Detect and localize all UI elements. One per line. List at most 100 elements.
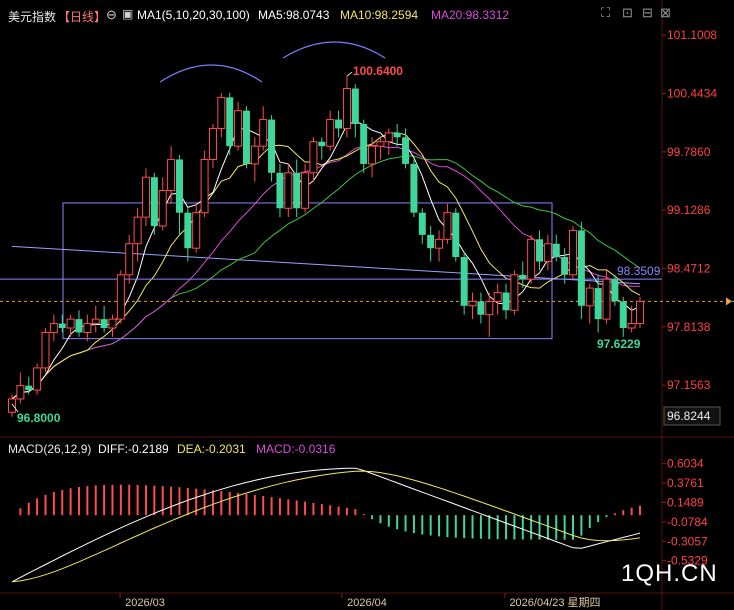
candle-body-up <box>376 141 385 147</box>
recent-low-label: 97.6229 <box>597 337 641 351</box>
price-tick-label: 97.1563 <box>667 378 711 392</box>
macd-tick-label: -0.3057 <box>667 534 708 548</box>
candle-body-up <box>192 212 201 249</box>
minimize-icon[interactable]: ⊟ <box>642 5 653 21</box>
macd-dea-line <box>11 470 641 583</box>
candle-body-down <box>175 159 183 213</box>
candle-body-up <box>527 238 536 280</box>
candle-body-up <box>250 145 259 165</box>
candle-body-down <box>619 301 627 328</box>
candle-body-down <box>594 288 602 320</box>
high-label: 100.6400 <box>353 64 403 78</box>
macd-value: MACD:-0.0316 <box>256 442 336 456</box>
candle-body-down <box>519 274 527 280</box>
candle-body-up <box>384 132 393 143</box>
candle-body-down <box>335 119 343 129</box>
period-label[interactable]: 【日线】 <box>58 8 106 25</box>
ma-settings-icon[interactable]: ▣ <box>122 7 133 21</box>
price-tick-label: 100.4434 <box>667 87 717 101</box>
candle-body-down <box>418 212 426 235</box>
macd-diff: DIFF:-0.2189 <box>98 442 169 456</box>
candle-body-up <box>217 96 226 129</box>
candle-body-up <box>83 323 92 333</box>
candle-body-down <box>242 110 250 164</box>
price-tick-label: 98.4712 <box>667 261 711 275</box>
ma5-value: MA5:98.0743 <box>258 8 330 22</box>
candle-body-down <box>452 212 460 258</box>
candle-body-down <box>477 301 485 315</box>
candle-body-up <box>200 158 209 214</box>
candle-body-down <box>410 163 418 213</box>
candle-body-up <box>8 398 16 413</box>
candle-body-up <box>435 238 444 249</box>
chart-stage: 101.1008 100.4434 99.7860 99.1286 98.4712 97.… <box>0 0 734 610</box>
candle-body-up <box>284 172 293 209</box>
candle-body-up <box>326 119 335 147</box>
candle-body-up <box>368 145 377 165</box>
settings-icon[interactable]: ⊖ <box>106 7 117 23</box>
price-tick-label: 99.1286 <box>667 203 711 217</box>
resistance-label: 98.3509 <box>617 264 661 278</box>
candle-body-up <box>158 190 167 227</box>
ma20-line <box>11 144 640 400</box>
candle-body-up <box>468 300 477 307</box>
candlestick-chart[interactable]: 101.1008 100.4434 99.7860 99.1286 98.4712 97.… <box>0 0 734 610</box>
candle-body-up <box>636 300 644 325</box>
high-pointer <box>346 71 353 77</box>
low-label: 96.8000 <box>17 411 61 425</box>
ma10-value: MA10:98.2594 <box>340 8 419 22</box>
zoom-icon[interactable]: ⊡ <box>622 5 633 21</box>
candle-body-up <box>627 323 636 329</box>
price-tick-label: 101.1008 <box>667 28 717 42</box>
price-tick-label: 97.8138 <box>667 320 711 334</box>
candle-body-up <box>208 127 217 160</box>
candle-body-down <box>150 177 158 226</box>
candle-body-down <box>268 119 276 173</box>
time-tick-label: 2026/04/23 星期四 <box>509 596 600 609</box>
price-tick-label: 99.7860 <box>667 145 711 159</box>
candle-body-up <box>133 216 142 245</box>
candle-body-up <box>108 318 117 329</box>
pattern-arc <box>282 41 386 59</box>
pattern-arc <box>159 64 263 83</box>
candle-body-up <box>493 292 502 302</box>
ma-label: MA1(5,10,20,30,100) <box>137 8 250 22</box>
candle-body-down <box>226 97 234 147</box>
candle-body-down <box>502 292 510 311</box>
candle-body-down <box>552 243 560 258</box>
close-icon[interactable]: ⊠ <box>660 5 671 21</box>
time-tick-label: 2026/04 <box>347 597 387 609</box>
candle-body-up <box>141 176 150 218</box>
candle-body-down <box>561 257 569 275</box>
macd-params: MACD(26,12,9) <box>8 442 92 456</box>
candle-body-down <box>460 257 468 306</box>
candle-body-down <box>402 137 410 164</box>
candle-body-up <box>33 367 42 391</box>
macd-dea: DEA:-0.2031 <box>177 442 246 456</box>
ma30-line <box>11 154 641 400</box>
candle-body-up <box>342 88 351 129</box>
candle-body-up <box>116 274 125 320</box>
candle-body-up <box>443 212 452 240</box>
macd-tick-label: -0.0784 <box>667 515 708 529</box>
ma20-value: MA20:98.3312 <box>431 8 510 22</box>
candle-body-down <box>360 124 368 164</box>
candle-body-up <box>585 287 594 307</box>
fit-icon[interactable]: ⛶ <box>601 5 610 21</box>
candle-body-up <box>16 385 25 400</box>
candle-body-down <box>536 239 544 262</box>
macd-tick-label: 0.3761 <box>667 476 704 490</box>
time-tick-label: 2026/03 <box>125 597 165 609</box>
last-price-marker <box>726 297 732 306</box>
candle-body-down <box>75 319 83 333</box>
candle-body-up <box>259 119 268 147</box>
candle-body-up <box>41 331 50 369</box>
candle-body-up <box>543 243 552 262</box>
candle-body-down <box>293 172 301 209</box>
candle-body-up <box>485 300 494 316</box>
candle-body-up <box>301 172 310 209</box>
macd-tick-label: 0.6034 <box>667 457 704 471</box>
candle-body-down <box>393 132 401 138</box>
candle-body-up <box>125 243 134 276</box>
candle-body-up <box>309 141 318 174</box>
